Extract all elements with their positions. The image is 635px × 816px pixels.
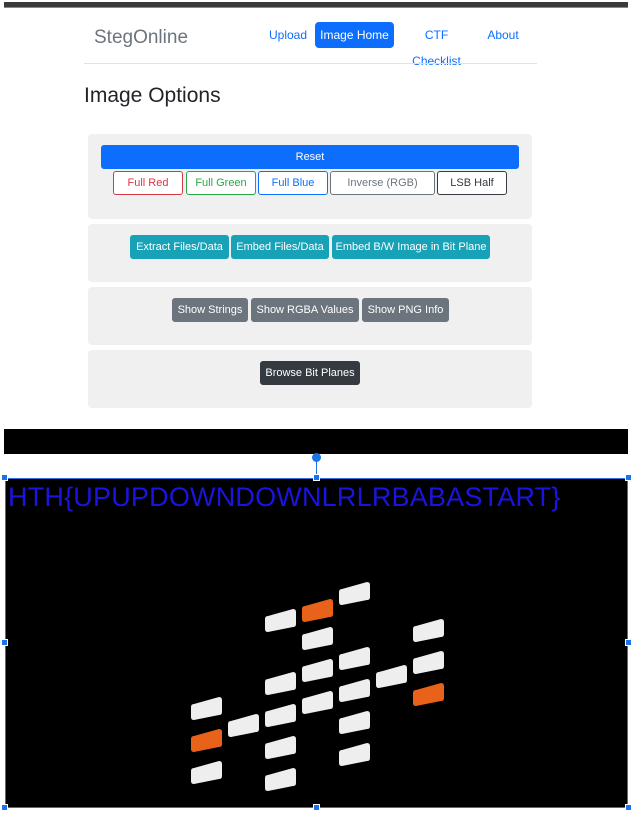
brand-logo[interactable]: StegOnline (94, 27, 188, 49)
nav-ctf-checklist[interactable]: CTF Checklist (399, 22, 474, 68)
logo-tile-white (191, 761, 222, 784)
nav-upload[interactable]: Upload (266, 22, 310, 48)
logo-tile-white (191, 697, 222, 720)
resize-handle-w[interactable] (1, 639, 8, 646)
bit-planes-panel: Browse Bit Planes (88, 350, 532, 408)
resize-handle-e[interactable] (625, 639, 632, 646)
resize-handle-ne[interactable] (625, 474, 632, 481)
resize-handle-s[interactable] (313, 804, 320, 811)
logo-graphic (191, 582, 444, 791)
browser-top-bar (4, 2, 628, 8)
resize-handle-nw[interactable] (1, 474, 8, 481)
logo-tile-white (228, 714, 259, 737)
show-png-info-button[interactable]: Show PNG Info (362, 298, 449, 322)
nav-divider (84, 63, 537, 64)
colour-options-panel: Reset Full Red Full Green Full Blue Inve… (88, 134, 532, 219)
logo-tile-white (339, 582, 370, 605)
image-top-strip (4, 429, 628, 454)
logo-tile-white (302, 627, 333, 650)
browse-bit-planes-button[interactable]: Browse Bit Planes (260, 361, 360, 385)
logo-tile-orange (302, 599, 333, 622)
show-strings-button[interactable]: Show Strings (172, 298, 248, 322)
full-red-button[interactable]: Full Red (113, 171, 183, 195)
logo-tile-orange (413, 683, 444, 706)
reset-button[interactable]: Reset (101, 145, 519, 169)
show-rgba-values-button[interactable]: Show RGBA Values (251, 298, 359, 322)
lsb-half-button[interactable]: LSB Half (437, 171, 507, 195)
inverse-rgb-button[interactable]: Inverse (RGB) (330, 171, 435, 195)
logo-tile-white (413, 619, 444, 642)
embed-bw-image-button[interactable]: Embed B/W Image in Bit Plane (332, 235, 490, 259)
logo-tile-white (339, 711, 370, 734)
logo-tile-white (265, 768, 296, 791)
embed-files-button[interactable]: Embed Files/Data (231, 235, 329, 259)
logo-tile-white (265, 736, 296, 759)
resize-handle-se[interactable] (625, 804, 632, 811)
logo-tile-white (265, 704, 296, 727)
logo-tile-white (339, 679, 370, 702)
extract-files-button[interactable]: Extract Files/Data (130, 235, 229, 259)
nav-about[interactable]: About (483, 22, 523, 48)
logo-tile-white (265, 672, 296, 695)
logo-tile-white (302, 659, 333, 682)
file-options-panel: Extract Files/Data Embed Files/Data Embe… (88, 224, 532, 282)
logo-tile-white (376, 665, 407, 688)
logo-tile-orange (191, 729, 222, 752)
page-title: Image Options (84, 84, 221, 107)
logo-tile-white (339, 647, 370, 670)
full-green-button[interactable]: Full Green (186, 171, 256, 195)
full-blue-button[interactable]: Full Blue (258, 171, 328, 195)
logo-tile-white (339, 743, 370, 766)
info-options-panel: Show Strings Show RGBA Values Show PNG I… (88, 287, 532, 345)
resize-handle-n[interactable] (313, 474, 320, 481)
logo-tile-white (302, 691, 333, 714)
nav-image-home[interactable]: Image Home (315, 22, 394, 48)
image-canvas[interactable]: HTH{UPUPDOWNDOWNLRLRBABASTART} (5, 478, 628, 808)
rotate-handle[interactable] (312, 453, 321, 462)
logo-tile-white (265, 609, 296, 632)
resize-handle-sw[interactable] (1, 804, 8, 811)
logo-tile-white (413, 651, 444, 674)
